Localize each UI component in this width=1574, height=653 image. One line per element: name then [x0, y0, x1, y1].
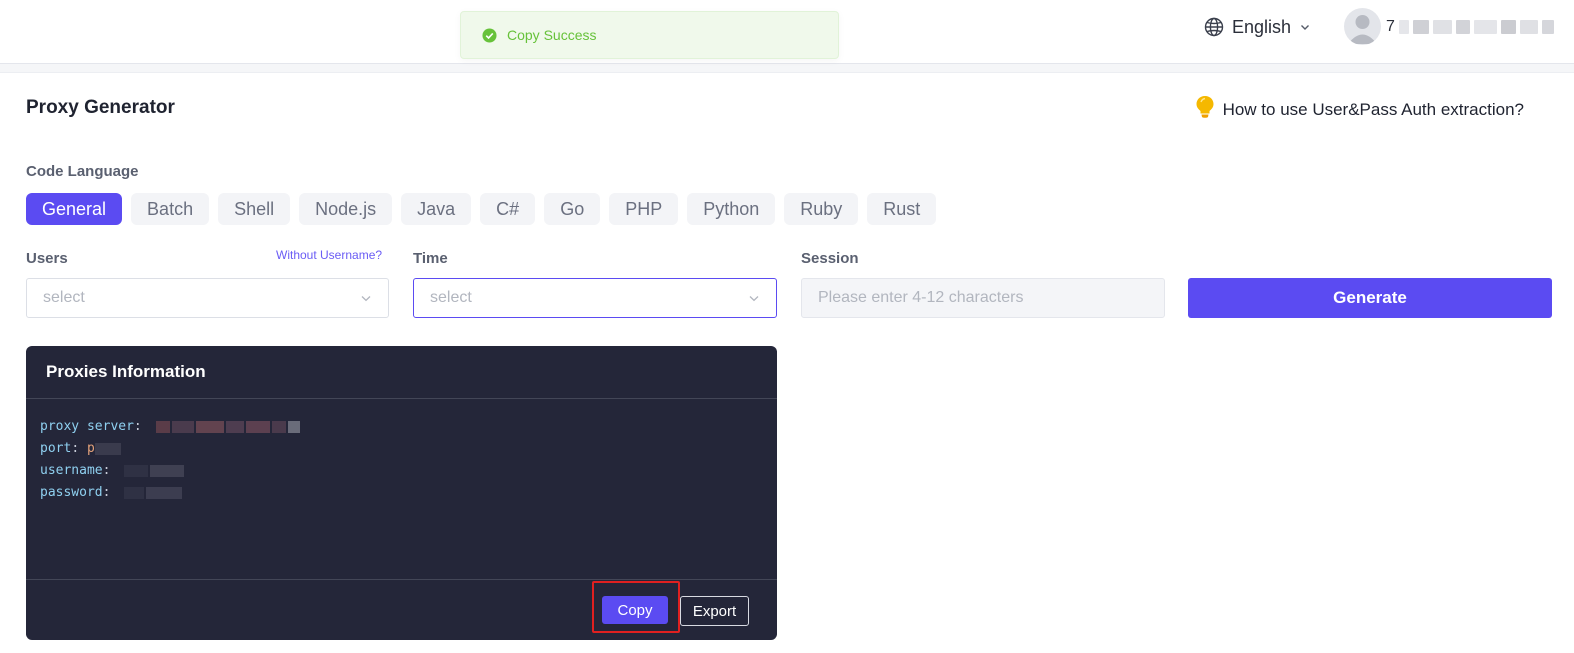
proxies-panel-title: Proxies Information — [26, 346, 777, 399]
chevron-down-icon — [1299, 21, 1311, 33]
proxy-code-block[interactable]: proxy server: port: p username: passwor… — [40, 416, 300, 504]
tab-rust[interactable]: Rust — [867, 193, 937, 225]
code-key: username — [40, 463, 103, 478]
port-value-blurred — [94, 443, 121, 455]
language-selector[interactable]: English — [1204, 16, 1311, 38]
code-key: port — [40, 441, 72, 456]
user-name-blurred[interactable]: 7 — [1386, 18, 1555, 36]
tab-go[interactable]: Go — [544, 193, 601, 225]
session-input[interactable]: Please enter 4-12 characters — [801, 278, 1165, 318]
users-select-placeholder: select — [43, 289, 85, 306]
time-select[interactable]: select — [413, 278, 777, 318]
globe-icon — [1204, 17, 1224, 37]
username-value-blurred — [124, 465, 185, 477]
code-language-label: Code Language — [26, 163, 139, 180]
time-select-placeholder: select — [430, 289, 472, 306]
export-button[interactable]: Export — [680, 596, 749, 626]
tab-general[interactable]: General — [26, 193, 123, 225]
tab-ruby[interactable]: Ruby — [784, 193, 859, 225]
tab-csharp[interactable]: C# — [480, 193, 536, 225]
chevron-down-icon — [748, 292, 760, 304]
proxy-server-value-blurred — [155, 421, 300, 433]
copy-button[interactable]: Copy — [602, 596, 668, 624]
tab-java[interactable]: Java — [401, 193, 472, 225]
users-label: Users — [26, 250, 68, 267]
chevron-down-icon — [360, 292, 372, 304]
page-title: Proxy Generator — [26, 97, 175, 118]
check-circle-icon — [482, 27, 497, 43]
toast-message: Copy Success — [507, 27, 597, 43]
users-select[interactable]: select — [26, 278, 389, 318]
code-line-port: port: p — [40, 438, 300, 460]
help-link[interactable]: How to use User&Pass Auth extraction? — [1195, 95, 1524, 124]
tab-php[interactable]: PHP — [609, 193, 679, 225]
password-value-blurred — [124, 487, 183, 499]
generate-button[interactable]: Generate — [1188, 278, 1552, 318]
code-key: password — [40, 485, 103, 500]
tab-python[interactable]: Python — [687, 193, 776, 225]
tab-nodejs[interactable]: Node.js — [299, 193, 393, 225]
session-input-placeholder: Please enter 4-12 characters — [818, 289, 1024, 306]
code-key: proxy server — [40, 419, 134, 434]
code-line-username: username: — [40, 460, 300, 482]
session-label: Session — [801, 250, 859, 267]
copy-success-toast: Copy Success — [460, 11, 839, 59]
proxy-generator-card: Proxy Generator How to use User&Pass Aut… — [0, 72, 1574, 653]
help-link-label: How to use User&Pass Auth extraction? — [1222, 99, 1524, 119]
tab-batch[interactable]: Batch — [131, 193, 210, 225]
without-username-link[interactable]: Without Username? — [276, 248, 382, 262]
time-label: Time — [413, 250, 448, 267]
code-line-password: password: — [40, 482, 300, 504]
port-value-visible: p — [86, 441, 95, 456]
lightbulb-icon — [1195, 95, 1215, 124]
user-name-visible-char: 7 — [1386, 18, 1395, 35]
user-avatar[interactable] — [1344, 8, 1381, 45]
proxies-information-panel: Proxies Information proxy server: port: … — [26, 346, 777, 640]
code-line-proxy-server: proxy server: — [40, 416, 300, 438]
tab-shell[interactable]: Shell — [218, 193, 291, 225]
language-label: English — [1232, 16, 1292, 37]
code-language-tabs: General Batch Shell Node.js Java C# Go P… — [26, 193, 937, 225]
proxies-panel-footer: Copy Export — [26, 579, 777, 640]
